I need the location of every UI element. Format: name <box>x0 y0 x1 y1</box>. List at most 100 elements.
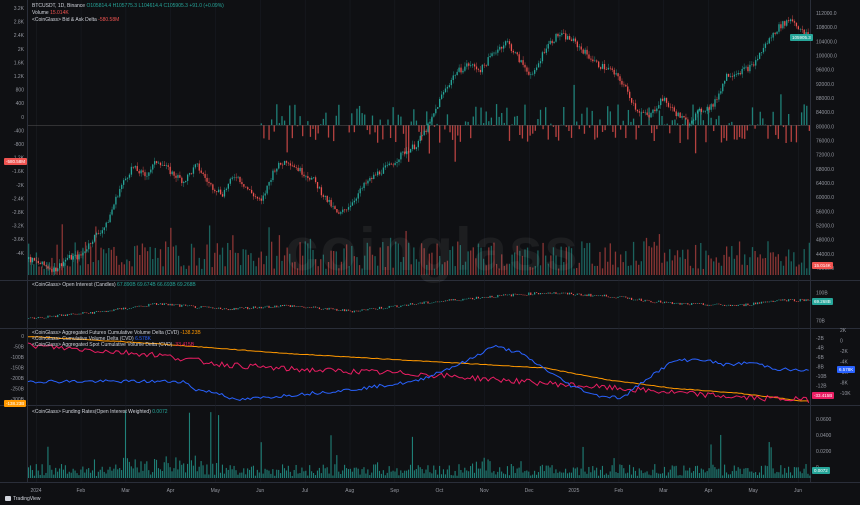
delta-bar <box>725 125 728 141</box>
oi-candle <box>551 293 553 295</box>
funding-bar <box>590 472 592 478</box>
oi-candle <box>623 296 625 298</box>
tradingview-logo[interactable]: TradingView <box>5 496 41 502</box>
funding-bar <box>93 459 96 478</box>
candle-body <box>429 121 431 124</box>
candle-body <box>132 166 134 168</box>
delta-bar <box>539 109 542 125</box>
funding-legend[interactable]: <CoinGlass> Funding Rates(Open Interest … <box>32 409 168 416</box>
oi-candle <box>130 307 132 309</box>
funding-bar <box>295 464 297 478</box>
funding-bar <box>497 471 499 478</box>
symbol-legend[interactable]: BTCUSDT, 1D, Binance O105814.4 H105775.3… <box>32 3 224 10</box>
delta-bar <box>426 111 428 125</box>
volume-bar <box>216 243 219 275</box>
delta-bar <box>260 123 262 125</box>
oi-candle <box>181 304 183 307</box>
candle-body <box>373 174 375 179</box>
volume-bar <box>229 250 231 275</box>
candle-body <box>605 69 608 70</box>
volume-bar <box>625 251 627 275</box>
cvd-mid-tick: -12B <box>816 384 827 390</box>
delta-tick: -800 <box>14 142 24 148</box>
candle-body <box>53 267 55 272</box>
candle-body <box>281 164 284 166</box>
oi-candle <box>107 310 109 312</box>
oi-candle <box>592 295 594 297</box>
delta-legend[interactable]: <CoinGlass> Bid & Ask Delta -580.58M <box>32 17 119 24</box>
x-tick-label: Dec <box>525 488 534 494</box>
funding-bar <box>724 464 726 478</box>
funding-bar <box>598 475 600 478</box>
cvd-mid-tick: -8B <box>816 365 824 371</box>
oi-candle <box>475 296 478 299</box>
oi-candle <box>423 301 425 304</box>
oi-candle <box>733 304 735 306</box>
candle-body <box>696 110 699 114</box>
oi-candle <box>499 294 501 296</box>
candle-body <box>452 75 454 80</box>
delta-bar <box>521 125 524 139</box>
oi-candle <box>124 307 127 310</box>
oi-candle <box>206 306 208 308</box>
delta-bar <box>777 125 779 139</box>
oi-candle <box>797 301 799 302</box>
cvd-left-tick: 0 <box>21 334 24 340</box>
oi-candle <box>254 306 257 308</box>
candle-body <box>427 123 429 132</box>
oi-candle <box>700 303 702 304</box>
funding-bar <box>489 461 491 478</box>
volume-bar <box>214 252 216 275</box>
volume-bar <box>601 268 604 275</box>
candle-body <box>175 175 177 178</box>
oi-candle <box>239 307 241 309</box>
funding-bar <box>254 475 256 478</box>
candle-body <box>59 263 61 269</box>
candle-body <box>483 64 485 66</box>
price-tick: 72000.0 <box>816 153 834 159</box>
delta-bar <box>694 125 697 154</box>
volume-bar <box>66 265 69 275</box>
oi-candle <box>283 304 286 307</box>
candle-body <box>371 177 373 179</box>
oi-candle <box>470 297 472 299</box>
candle-body <box>394 163 396 166</box>
funding-bar <box>382 470 384 478</box>
candle-body <box>528 71 530 75</box>
oi-legend[interactable]: <CoinGlass> Open Interest (Candles) 67.8… <box>32 282 196 289</box>
funding-bar <box>650 475 652 478</box>
candle-body <box>489 55 491 58</box>
volume-name: Volume <box>32 10 49 16</box>
funding-bar <box>623 468 625 478</box>
oi-candle <box>793 299 796 302</box>
delta-bar <box>449 125 451 133</box>
oi-candle <box>640 298 642 301</box>
volume-bar <box>806 268 808 275</box>
delta-bar <box>470 125 472 139</box>
volume-bar <box>689 265 692 275</box>
funding-bar <box>671 465 673 478</box>
oi-candle <box>462 298 464 301</box>
oi-candle <box>582 295 584 297</box>
oi-candle <box>264 306 266 308</box>
funding-bar <box>780 465 782 478</box>
candle-body <box>462 70 464 73</box>
oi-candle <box>549 292 551 294</box>
funding-bar <box>231 469 233 478</box>
funding-bar <box>565 468 567 478</box>
oi-candle <box>731 304 733 306</box>
cvd-spot-legend[interactable]: <CoinGlass> Aggregated Spot Cumulative V… <box>32 342 194 349</box>
oi-candle <box>516 294 518 295</box>
volume-bar <box>180 266 182 275</box>
cvd-left-tick: -250B <box>11 387 25 393</box>
funding-bar <box>782 474 784 478</box>
oi-value: 67.890B 69.674B 66.693B 69.268B <box>117 282 196 288</box>
volume-bar <box>183 265 185 275</box>
oi-candle <box>404 304 406 306</box>
oi-candle <box>375 308 377 310</box>
candle-body <box>316 182 319 189</box>
volume-legend[interactable]: Volume 15.014K <box>32 10 69 17</box>
candle-body <box>295 167 297 168</box>
delta-bar <box>371 115 374 125</box>
funding-bar <box>35 464 37 478</box>
